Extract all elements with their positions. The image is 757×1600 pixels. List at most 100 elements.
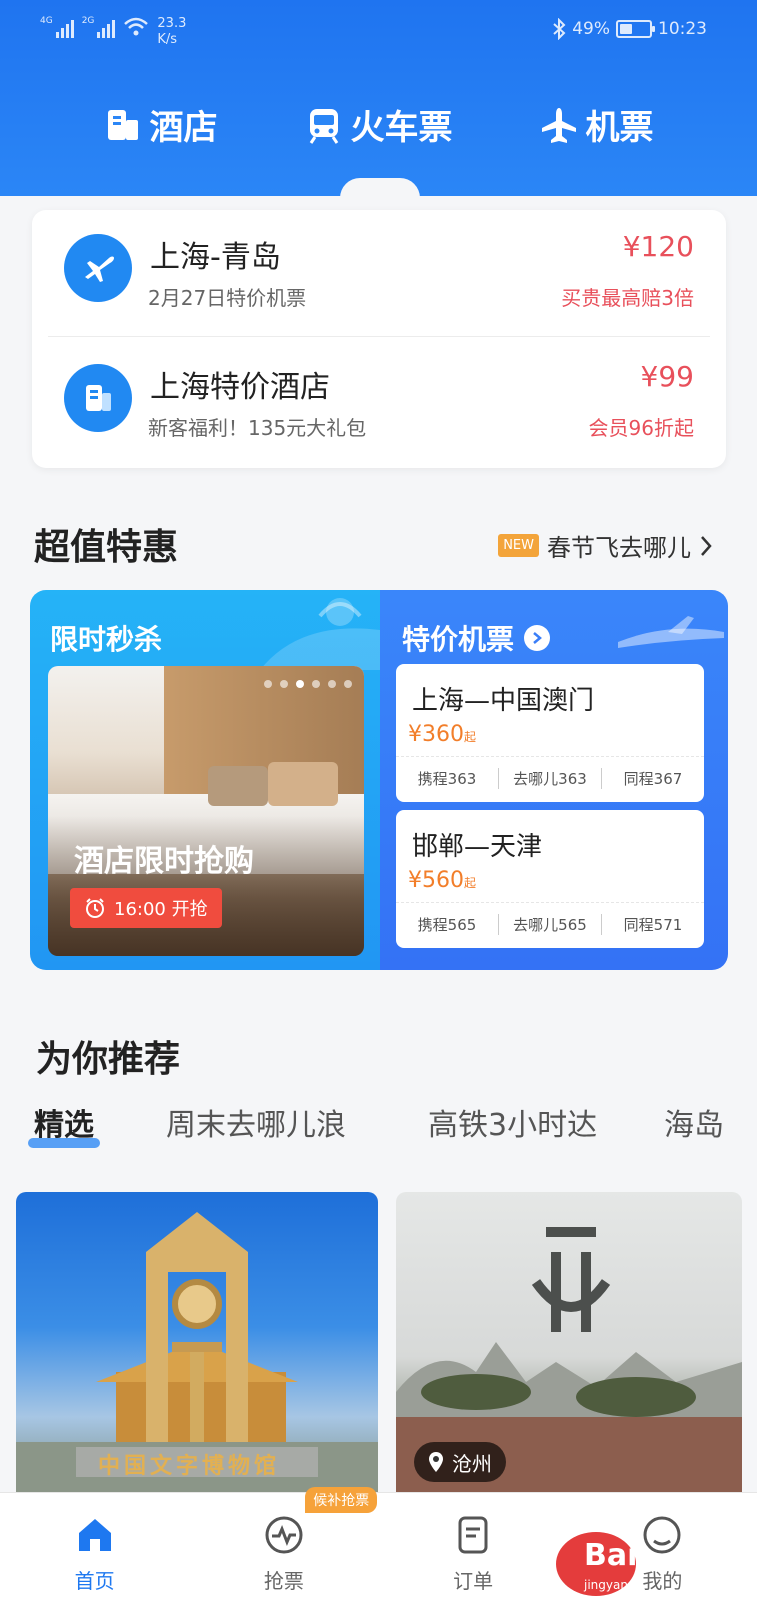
promo-flight-row[interactable]: 上海-青岛 2月27日特价机票 ¥120 买贵最高赔3倍 — [32, 210, 726, 338]
header-bar: 4G 2G 23.3 K/s 49% 10:23 酒店 火车票 机票 — [0, 0, 757, 198]
carousel-dot[interactable] — [344, 680, 352, 688]
ticket-divider — [396, 756, 704, 757]
ticket-divider — [396, 902, 704, 903]
ticket-source: 去哪儿363 — [498, 768, 601, 789]
location-label: 沧州 — [414, 1442, 506, 1482]
tab-hotel-label: 酒店 — [149, 108, 218, 148]
spring-festival-link-label: 春节飞去哪儿 — [547, 534, 691, 562]
carousel-dot[interactable] — [264, 680, 272, 688]
promo-note: 买贵最高赔3倍 — [561, 286, 694, 310]
network-speed-unit: K/s — [157, 32, 178, 47]
flash-sale-time-button[interactable]: 16:00 开抢 — [70, 888, 222, 928]
tab-highspeed-rail[interactable]: 高铁3小时达 — [428, 1100, 597, 1144]
ticket-price-value: ¥360 — [408, 722, 464, 747]
nav-home[interactable]: 首页 — [0, 1493, 189, 1600]
tab-featured[interactable]: 精选 — [28, 1100, 100, 1148]
ticket-source: 携程565 — [417, 916, 477, 934]
spring-festival-link[interactable]: NEW 春节飞去哪儿 — [498, 528, 713, 563]
cheap-flights-header[interactable]: 特价机票 — [402, 618, 551, 658]
promo-subtitle: 新客福利！135元大礼包 — [148, 416, 367, 440]
tab-weekend-label: 周末去哪儿浪 — [166, 1108, 346, 1143]
active-tab-indicator — [340, 178, 420, 198]
flight-ticket-card[interactable]: 上海—中国澳门 ¥360起 携程363 去哪儿363 同程367 — [396, 664, 704, 802]
palm-tree-icon — [260, 598, 380, 670]
promo-note: 会员96折起 — [588, 416, 694, 440]
ticket-price-suffix: 起 — [464, 730, 477, 744]
plane-icon — [64, 234, 132, 302]
flight-ticket-card[interactable]: 邯郸—天津 ¥560起 携程565 去哪儿565 同程571 — [396, 810, 704, 948]
tab-flight[interactable]: 机票 — [540, 100, 654, 149]
network-type-2: 2G — [81, 16, 95, 26]
location-pin-icon — [429, 1452, 443, 1472]
ticket-source: 携程363 — [417, 770, 477, 788]
ticket-price-value: ¥560 — [408, 868, 464, 893]
profile-icon — [643, 1516, 681, 1554]
museum-sign-text: 中国文字博物馆 — [98, 1454, 281, 1479]
hotel-room-photo[interactable]: 酒店限时抢购 16:00 开抢 — [48, 666, 364, 956]
watermark-site: jingyan — [584, 1578, 628, 1592]
cheap-flights-title: 特价机票 — [402, 623, 515, 656]
bluetooth-icon — [553, 18, 566, 40]
promo-card: 上海-青岛 2月27日特价机票 ¥120 买贵最高赔3倍 上海特价酒店 新客福利… — [32, 210, 726, 468]
tab-weekend[interactable]: 周末去哪儿浪 — [166, 1100, 346, 1144]
flash-sale-time-label: 16:00 开抢 — [114, 899, 208, 920]
ticket-route: 上海—中国澳门 — [412, 686, 595, 716]
nav-orders[interactable]: 订单 — [379, 1493, 568, 1600]
order-icon — [458, 1516, 488, 1554]
signal-4g-icon: 4G — [40, 16, 74, 38]
deals-section-title: 超值特惠 — [34, 527, 179, 568]
wifi-icon — [124, 17, 149, 36]
ticket-price: ¥560起 — [408, 868, 476, 893]
plane-icon — [541, 107, 576, 143]
ticket-sources: 携程565 去哪儿565 同程571 — [396, 914, 704, 935]
bottom-nav: 首页 候补抢票 抢票 订单 我的 — [0, 1487, 757, 1600]
recommend-section-title: 为你推荐 — [36, 1039, 181, 1080]
carousel-dot[interactable] — [280, 680, 288, 688]
carousel-dot[interactable] — [296, 680, 304, 688]
ticket-price: ¥360起 — [408, 722, 476, 747]
promo-title: 上海-青岛 — [150, 240, 281, 275]
carousel-dots — [264, 680, 352, 688]
sculpture-photo[interactable]: 沧州 — [396, 1192, 742, 1492]
new-badge: NEW — [498, 534, 539, 557]
promo-title: 上海特价酒店 — [150, 370, 330, 405]
nav-grab-ticket[interactable]: 候补抢票 抢票 — [189, 1487, 378, 1600]
clock-time: 10:23 — [658, 19, 707, 39]
tab-featured-label: 精选 — [34, 1108, 94, 1143]
arrow-right-icon — [524, 625, 551, 651]
carousel-dot[interactable] — [328, 680, 336, 688]
tab-hotel[interactable]: 酒店 — [104, 100, 218, 149]
pillow — [208, 766, 268, 806]
carousel-dot[interactable] — [312, 680, 320, 688]
network-type-1: 4G — [40, 16, 53, 26]
flash-sale-panel[interactable]: 限时秒杀 酒店限时抢购 16:00 开抢 — [30, 590, 380, 970]
waitlist-badge: 候补抢票 — [305, 1487, 378, 1513]
promo-price: ¥120 — [622, 230, 694, 263]
flash-sale-caption: 酒店限时抢购 — [74, 844, 254, 879]
tab-train[interactable]: 火车票 — [305, 100, 453, 149]
promo-hotel-row[interactable]: 上海特价酒店 新客福利！135元大礼包 ¥99 会员96折起 — [32, 340, 726, 468]
network-speed-value: 23.3 — [157, 16, 187, 31]
cheap-flights-panel: 特价机票 上海—中国澳门 ¥360起 携程363 去哪儿363 同程367 邯郸… — [380, 590, 728, 970]
ticket-price-suffix: 起 — [464, 876, 477, 890]
nav-profile-label: 我的 — [642, 1569, 683, 1593]
ticket-source: 去哪儿565 — [498, 914, 601, 935]
alarm-clock-icon — [86, 898, 104, 918]
recommend-tabs: 精选 周末去哪儿浪 高铁3小时达 海岛 — [0, 1100, 757, 1150]
museum-building-illustration — [16, 1212, 378, 1492]
nav-home-label: 首页 — [74, 1569, 115, 1593]
battery-icon — [616, 20, 655, 38]
pillow — [268, 762, 338, 806]
airplane-illustration-icon — [618, 616, 724, 648]
tab-island[interactable]: 海岛 — [664, 1100, 724, 1144]
museum-photo[interactable]: 中国文字博物馆 — [16, 1192, 378, 1492]
watermark-brand: Bai — [584, 1538, 638, 1573]
tab-flight-label: 机票 — [585, 108, 654, 148]
ticket-route: 邯郸—天津 — [412, 832, 543, 862]
deals-panel: 限时秒杀 酒店限时抢购 16:00 开抢 特价机票 上海—中国澳门 ¥360起 … — [30, 590, 728, 970]
network-speed: 23.3 K/s — [157, 16, 186, 48]
tab-island-label: 海岛 — [664, 1108, 724, 1143]
hotel-icon — [64, 364, 132, 432]
location-name: 沧州 — [452, 1451, 492, 1476]
tab-train-label: 火车票 — [350, 108, 453, 148]
